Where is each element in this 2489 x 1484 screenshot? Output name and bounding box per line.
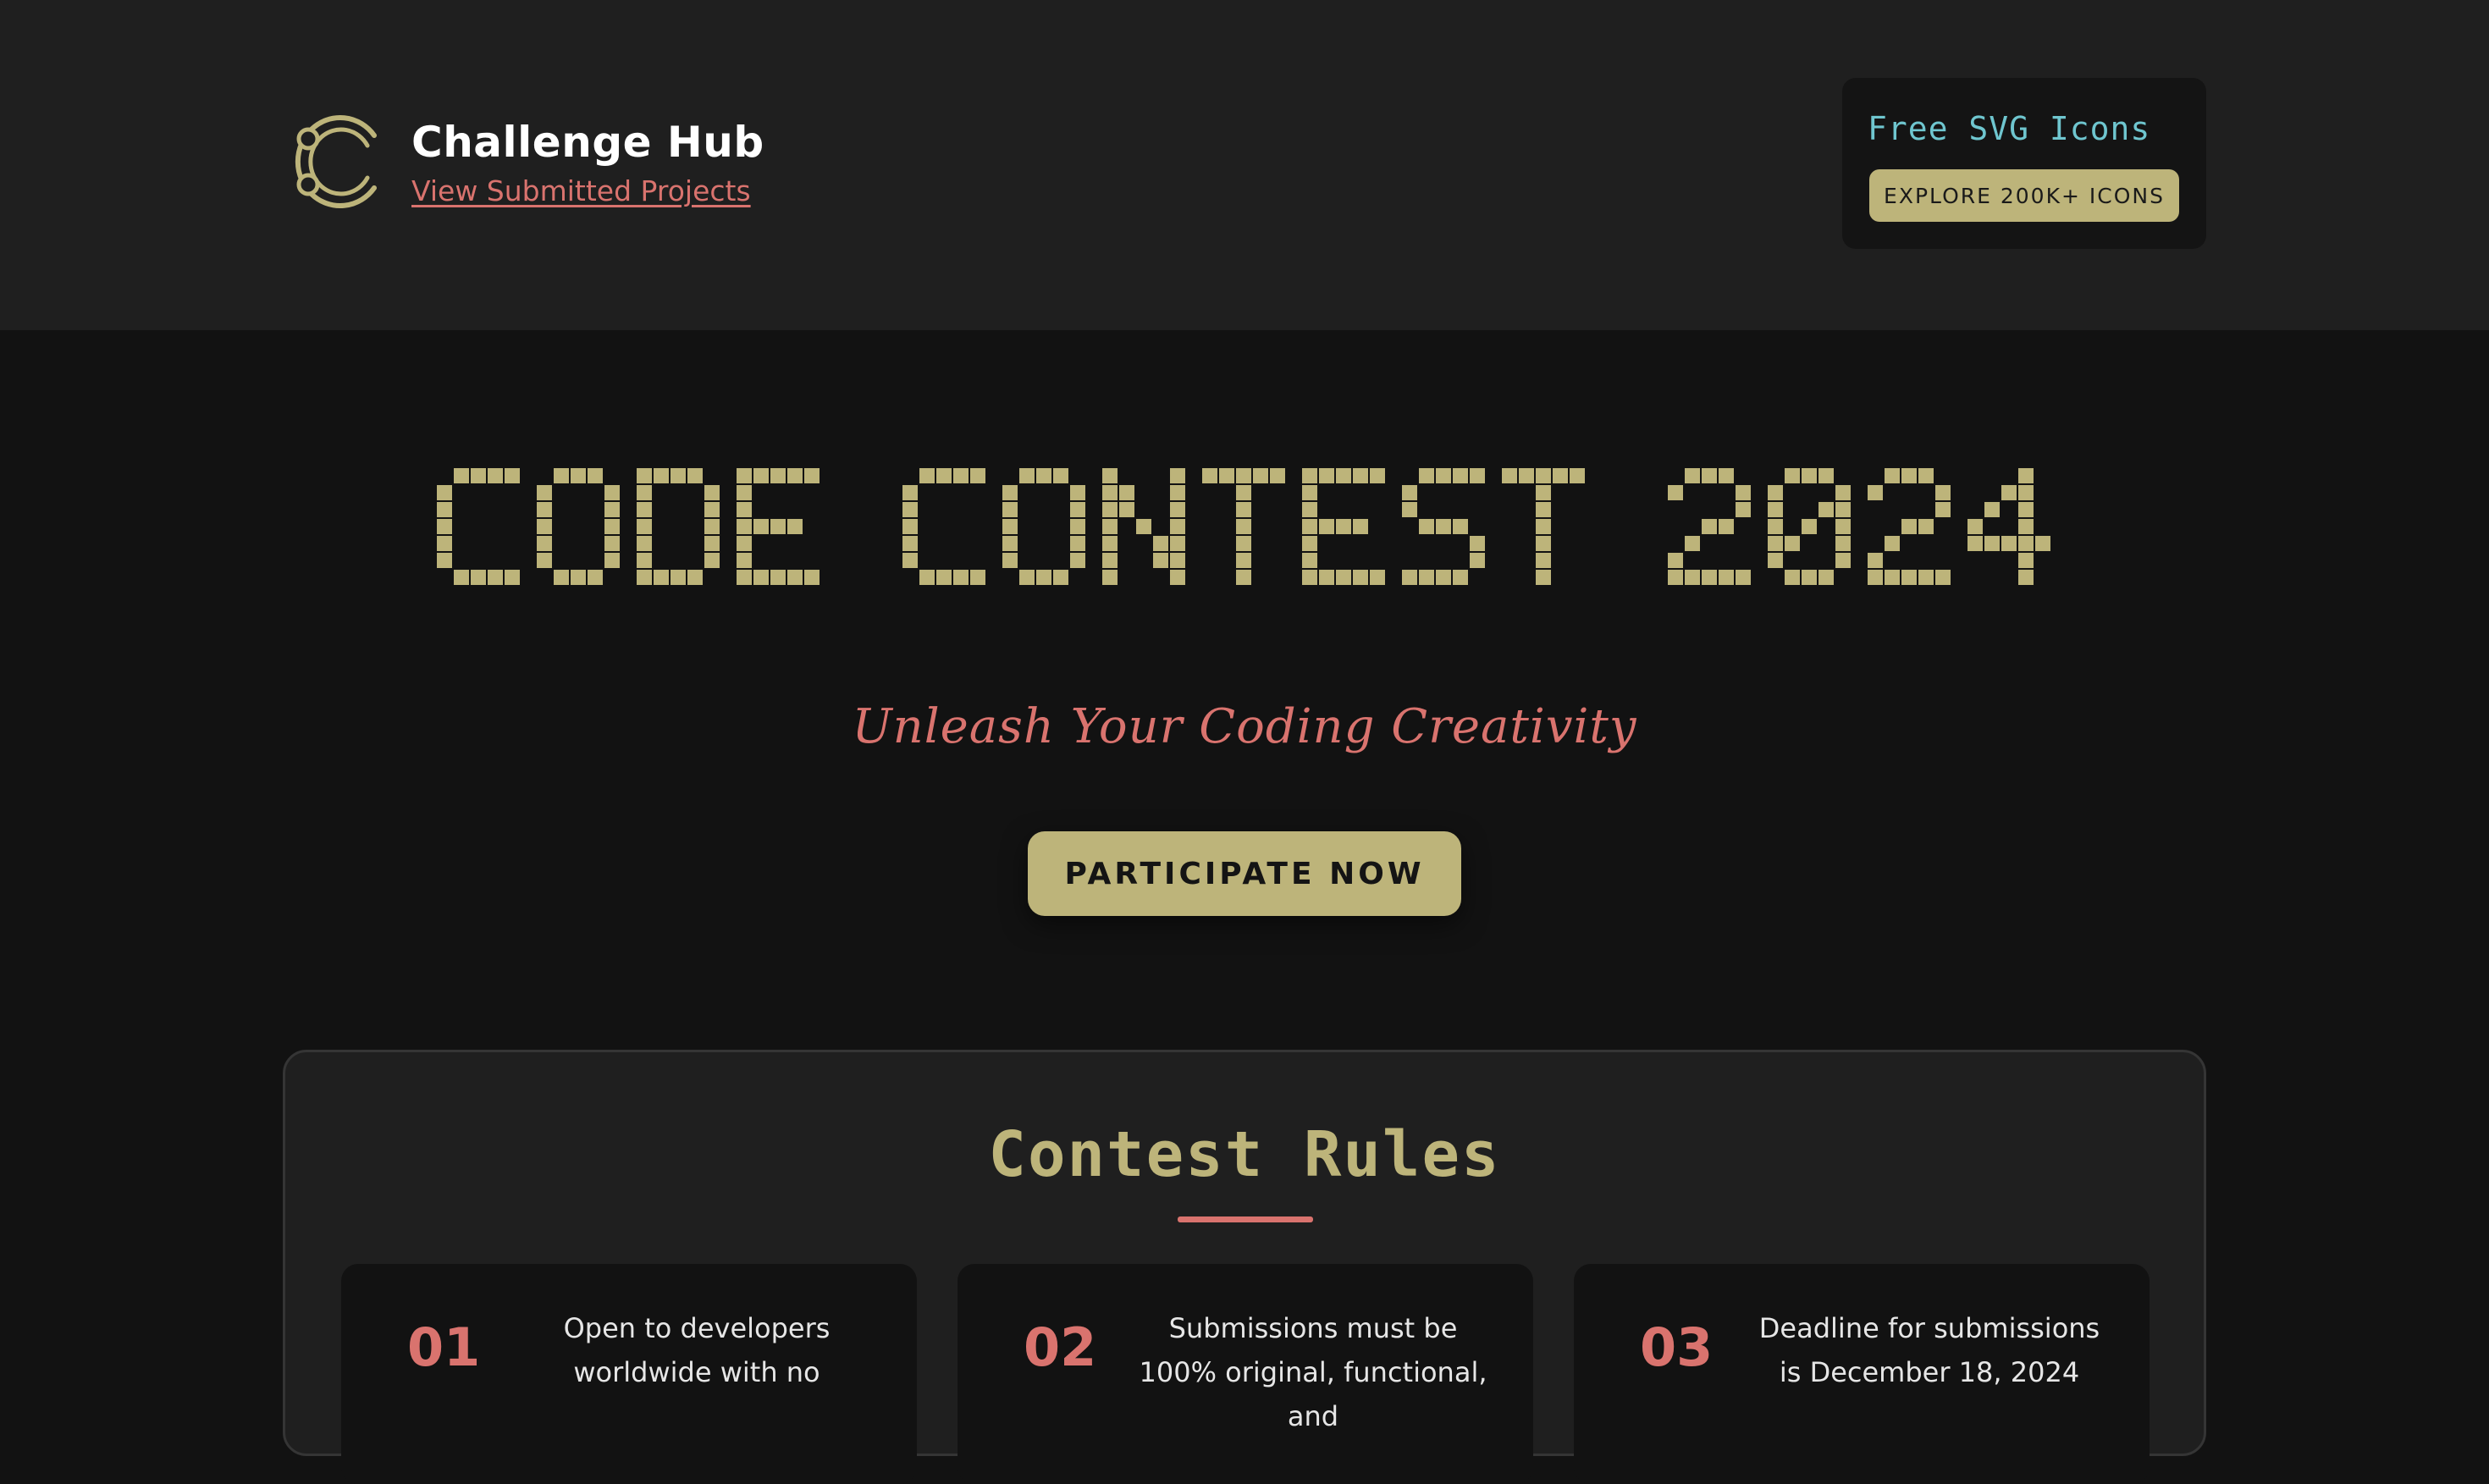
pixel-glyph-c	[902, 468, 985, 585]
rule-text: Open to developers worldwide with no	[563, 1312, 831, 1388]
hero-title	[0, 464, 2489, 591]
promo-title: Free SVG Icons	[1868, 110, 2151, 147]
pixel-glyph-d	[637, 468, 720, 585]
rule-card: 03 Deadline for submissions is December …	[1574, 1264, 2150, 1484]
pixel-glyph-c	[437, 468, 520, 585]
participate-now-button[interactable]: PARTICIPATE NOW	[1028, 831, 1461, 916]
rule-card: 01 Open to developers worldwide with no	[341, 1264, 917, 1484]
pixel-glyph-o	[537, 468, 620, 585]
pixel-glyph-0	[1768, 468, 1851, 585]
pixel-glyph-e	[1302, 468, 1385, 585]
svg-icons-promo: Free SVG Icons EXPLORE 200K+ ICONS	[1842, 78, 2206, 249]
rule-number: 03	[1640, 1316, 1714, 1378]
rule-text: Submissions must be 100% original, funct…	[1139, 1312, 1487, 1432]
pixel-glyph-n	[1102, 468, 1185, 585]
rule-number: 02	[1024, 1316, 1097, 1378]
site-header: Challenge Hub View Submitted Projects Fr…	[0, 0, 2489, 330]
hero-title-pixel-text	[437, 468, 2050, 585]
view-submitted-projects-link[interactable]: View Submitted Projects	[411, 174, 751, 207]
pixel-glyph-4	[1967, 468, 2050, 585]
pixel-glyph-o	[1002, 468, 1085, 585]
rule-number: 01	[407, 1316, 481, 1378]
brand-title: Challenge Hub	[411, 118, 764, 167]
hero-tagline: Unleash Your Coding Creativity	[852, 699, 1637, 754]
title-underline	[1178, 1216, 1313, 1222]
rule-text: Deadline for submissions is December 18,…	[1758, 1312, 2100, 1388]
pixel-glyph-e	[737, 468, 820, 585]
contest-rules-panel: Contest Rules 01 Open to developers worl…	[283, 1050, 2206, 1484]
pixel-glyph-t	[1202, 468, 1285, 585]
contest-rules-title: Contest Rules	[988, 1118, 1501, 1191]
pixel-glyph-s	[1402, 468, 1485, 585]
challenge-hub-logo-icon[interactable]	[286, 110, 383, 213]
explore-icons-button[interactable]: EXPLORE 200K+ ICONS	[1869, 169, 2179, 222]
pixel-glyph-2	[1668, 468, 1751, 585]
pixel-glyph-2	[1868, 468, 1951, 585]
rule-card: 02 Submissions must be 100% original, fu…	[958, 1264, 1533, 1484]
brand: Challenge Hub View Submitted Projects	[286, 110, 764, 213]
pixel-glyph-t	[1502, 468, 1585, 585]
